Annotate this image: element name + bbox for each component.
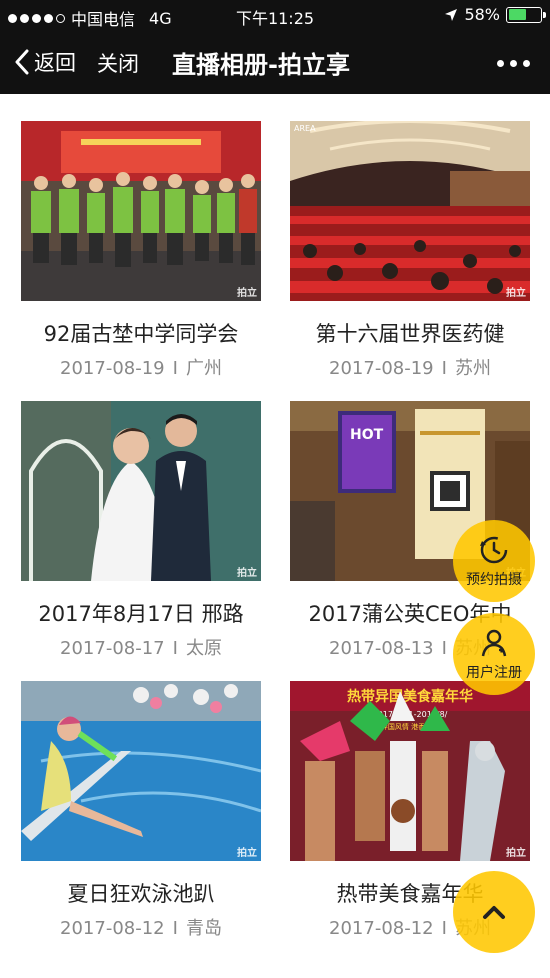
album-thumbnail[interactable]: 热带异国美食嘉年华 2017/7/01-2017/8/ 泰异国风情 港香龙虾… … xyxy=(290,681,530,861)
status-right: 58% xyxy=(444,5,546,24)
album-city: 太原 xyxy=(185,638,222,659)
book-shoot-button[interactable]: 预约拍摄 xyxy=(453,520,535,602)
album-meta: 2017-08-19 I 广州 xyxy=(21,354,261,380)
album-card[interactable]: 拍立 92届古埜中学同学会 2017-08-19 I 广州 xyxy=(21,121,261,380)
battery-percent: 58% xyxy=(464,5,500,24)
svg-text:热带异国美食嘉年华: 热带异国美食嘉年华 xyxy=(347,688,473,705)
watermark-label: 拍立 xyxy=(237,288,257,299)
album-thumbnail[interactable]: 拍立 xyxy=(21,681,261,861)
svg-text:HOT: HOT xyxy=(350,427,384,443)
album-city: 苏州 xyxy=(454,358,491,379)
watermark-label: 拍立 xyxy=(237,568,257,579)
svg-text:AREA: AREA xyxy=(294,124,316,133)
album-card[interactable]: AREA 拍立 第十六届世界医药健 2017-08-19 I 苏州 xyxy=(290,121,530,380)
album-title: 2017年8月17日 邢路 xyxy=(38,602,244,626)
album-title: 夏日狂欢泳池趴 xyxy=(67,882,215,906)
meta-separator: I xyxy=(441,638,447,659)
album-date: 2017-08-12 xyxy=(60,918,165,939)
meta-separator: I xyxy=(172,358,178,379)
back-label: 返回 xyxy=(34,51,76,75)
meta-separator: I xyxy=(172,918,178,939)
register-label: 用户注册 xyxy=(466,665,522,681)
album-date: 2017-08-19 xyxy=(329,358,434,379)
page-title: 直播相册-拍立享 xyxy=(172,51,350,79)
battery-icon xyxy=(506,6,546,23)
watermark-label: 拍立 xyxy=(237,848,257,859)
more-options-icon[interactable] xyxy=(497,60,530,67)
chevron-left-icon xyxy=(15,49,29,75)
album-card[interactable]: 拍立 2017年8月17日 邢路 2017-08-17 I 太原 xyxy=(21,401,261,660)
clock-icon xyxy=(480,536,508,564)
location-arrow-icon xyxy=(445,8,458,21)
user-icon xyxy=(481,629,507,657)
album-title: 92届古埜中学同学会 xyxy=(43,322,239,346)
album-card[interactable]: 拍立 夏日狂欢泳池趴 2017-08-12 I 青岛 xyxy=(21,681,261,940)
close-button[interactable]: 关闭 xyxy=(97,48,139,78)
album-date: 2017-08-13 xyxy=(329,638,434,659)
watermark-label: 拍立 xyxy=(506,848,526,859)
album-date: 2017-08-12 xyxy=(329,918,434,939)
nav-bar: 返回 关闭 直播相册-拍立享 xyxy=(0,30,550,94)
album-meta: 2017-08-19 I 苏州 xyxy=(290,354,530,380)
meta-separator: I xyxy=(441,918,447,939)
meta-separator: I xyxy=(441,358,447,379)
album-thumbnail[interactable]: AREA 拍立 xyxy=(290,121,530,301)
album-thumbnail[interactable]: 拍立 xyxy=(21,401,261,581)
album-thumbnail[interactable]: 拍立 xyxy=(21,121,261,301)
album-date: 2017-08-19 xyxy=(60,358,165,379)
back-button[interactable]: 返回 xyxy=(14,47,76,77)
chevron-up-icon xyxy=(483,906,505,919)
album-date: 2017-08-17 xyxy=(60,638,165,659)
meta-separator: I xyxy=(172,638,178,659)
album-meta: 2017-08-12 I 青岛 xyxy=(21,914,261,940)
battery-fill xyxy=(508,9,527,20)
album-city: 广州 xyxy=(185,358,222,379)
album-city: 青岛 xyxy=(185,918,222,939)
back-to-top-button[interactable] xyxy=(453,871,535,953)
watermark-label: 拍立 xyxy=(506,288,526,299)
album-title: 第十六届世界医药健 xyxy=(315,322,505,346)
status-bar: 中国电信 4G 下午11:25 58% xyxy=(0,0,550,30)
book-shoot-label: 预约拍摄 xyxy=(466,572,522,588)
register-button[interactable]: 用户注册 xyxy=(453,613,535,695)
album-meta: 2017-08-17 I 太原 xyxy=(21,634,261,660)
